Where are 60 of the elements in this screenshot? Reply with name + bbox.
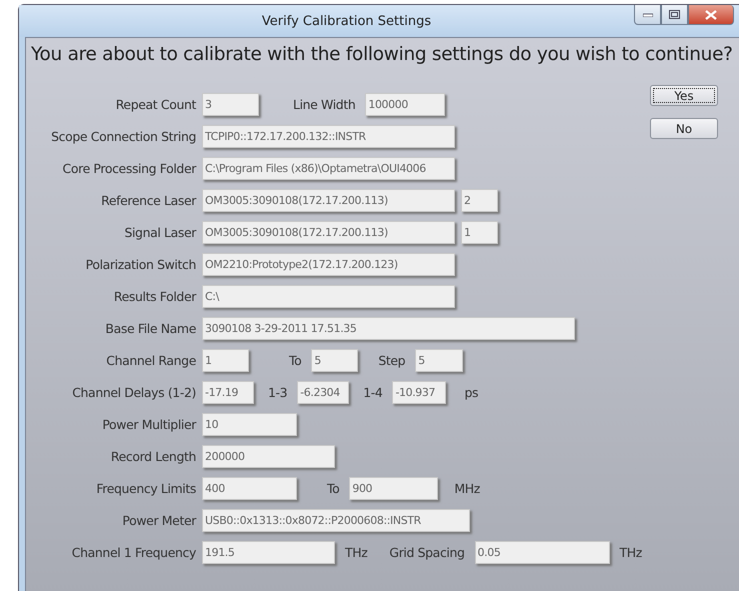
close-icon <box>705 10 717 20</box>
field-label: 1-3 <box>267 385 288 400</box>
maximize-icon <box>669 10 680 19</box>
input-field[interactable]: 900 <box>349 477 438 500</box>
field-label: Channel 1 Frequency <box>70 545 196 560</box>
field-label: Core Processing Folder <box>62 161 196 176</box>
input-field[interactable]: 1 <box>202 349 249 372</box>
field-label: Repeat Count <box>114 97 196 112</box>
field-label: Reference Laser <box>100 193 196 208</box>
input-field[interactable]: -17.19 <box>202 381 254 404</box>
field-label: 1-4 <box>362 385 384 400</box>
field-label: Scope Connection String <box>50 129 196 144</box>
input-field[interactable]: 5 <box>415 349 464 372</box>
prompt-text: You are about to calibrate with the following settings do you wish to continue? <box>30 43 734 65</box>
field-label: THz <box>618 545 643 560</box>
input-field[interactable]: 200000 <box>202 445 335 468</box>
field-label: Grid Spacing <box>388 545 466 560</box>
field-label: Power Meter <box>121 513 196 528</box>
field-label: Line Width <box>292 97 356 112</box>
input-field[interactable]: 1 <box>461 221 498 244</box>
minimize-icon <box>642 12 652 16</box>
input-field[interactable]: TCPIP0::172.17.200.132::INSTR <box>202 125 455 148</box>
field-label: Step <box>377 353 406 368</box>
field-label: Frequency Limits <box>95 481 196 496</box>
field-label: Power Multiplier <box>101 417 196 432</box>
input-field[interactable]: OM2210:Prototype2(172.17.200.123) <box>202 253 455 276</box>
maximize-button[interactable] <box>661 5 688 25</box>
field-label: Base File Name <box>104 321 196 336</box>
input-field[interactable]: OM3005:3090108(172.17.200.113) <box>202 221 455 244</box>
input-field[interactable]: 2 <box>461 189 498 212</box>
field-label: MHz <box>453 481 481 496</box>
field-label: Channel Range <box>105 353 196 368</box>
input-field[interactable]: 10 <box>202 413 297 436</box>
input-field[interactable]: 3090108 3-29-2011 17.51.35 <box>202 317 575 340</box>
field-label: Signal Laser <box>123 225 196 240</box>
input-field[interactable]: 400 <box>202 477 297 500</box>
field-label: Record Length <box>110 449 196 464</box>
field-label: Channel Delays (1-2) <box>71 385 196 400</box>
input-field[interactable]: 191.5 <box>202 541 335 564</box>
input-field[interactable]: 100000 <box>365 93 446 116</box>
close-button[interactable] <box>688 5 734 25</box>
field-label: THz <box>344 545 368 560</box>
field-label: To <box>288 353 302 368</box>
input-field[interactable]: C:\ <box>202 285 455 308</box>
input-field[interactable]: 0.05 <box>474 541 610 564</box>
input-field[interactable]: -10.937 <box>392 381 446 404</box>
input-field[interactable]: 5 <box>311 349 358 372</box>
input-field[interactable]: USB0::0x1313::0x8072::P2000608::INSTR <box>202 509 470 532</box>
input-field[interactable]: -6.2304 <box>297 381 350 404</box>
window-title: Verify Calibration Settings <box>260 14 432 28</box>
input-field[interactable]: C:\Program Files (x86)\Optametra\OUI4006 <box>202 157 455 180</box>
field-label: Results Folder <box>112 289 196 304</box>
no-button[interactable]: No <box>650 118 718 139</box>
input-field[interactable]: 3 <box>202 93 259 116</box>
field-label: Polarization Switch <box>84 257 196 272</box>
field-label: ps <box>463 385 480 400</box>
minimize-button[interactable] <box>634 5 661 25</box>
field-label: To <box>326 481 340 496</box>
input-field[interactable]: OM3005:3090108(172.17.200.113) <box>202 189 455 212</box>
yes-button[interactable]: Yes <box>650 85 718 106</box>
